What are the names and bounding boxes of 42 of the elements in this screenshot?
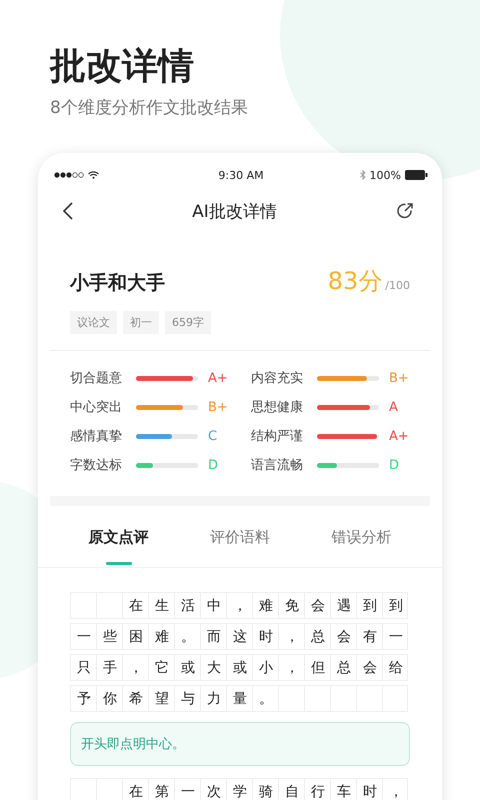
signal-dots-icon: [54, 172, 84, 178]
battery-percent: 100%: [370, 168, 401, 182]
essay-text-line: 予你希望与力量。: [76, 690, 285, 708]
dimension-label: 内容充实: [251, 370, 304, 387]
tab[interactable]: 原文点评: [82, 526, 155, 567]
comment-note: 开头即点明中心。: [70, 722, 410, 766]
grade: C: [208, 428, 218, 444]
grade: D: [208, 458, 220, 472]
status-time: 9:30 AM: [218, 168, 264, 182]
back-icon[interactable]: [62, 202, 73, 220]
essay-text-line: 在生活中，难免会遇到到: [128, 596, 415, 616]
dimension-label: 感情真挚: [70, 428, 123, 445]
grade: A+: [208, 370, 229, 386]
tab[interactable]: 评价语料: [204, 526, 276, 567]
essay-text-line: 只手，它或大或小，但总会给: [76, 658, 415, 678]
tab[interactable]: 错误分析: [325, 526, 398, 567]
share-icon[interactable]: [396, 202, 414, 220]
score: 83分: [328, 266, 382, 297]
wifi-icon: [88, 171, 99, 179]
essay-text-line: 在第一次学骑自行车时，: [128, 782, 415, 800]
essay-title: 小手和大手: [70, 271, 165, 296]
grade: B+: [208, 400, 229, 414]
essay-tag: 初一: [123, 311, 159, 334]
nav-title: AI批改详情: [192, 200, 277, 222]
dimension-label: 中心突出: [70, 399, 123, 416]
essay-text-line: 一些困难。而这时，总会有一: [76, 628, 415, 646]
dimension-label: 切合题意: [70, 370, 123, 387]
dimension-label: 语言流畅: [251, 457, 304, 474]
dimension-label: 思想健康: [251, 399, 304, 416]
dimension-label: 字数达标: [70, 457, 123, 474]
bluetooth-icon: [360, 170, 366, 180]
battery-icon: [405, 170, 428, 180]
essay-tag: 议论文: [70, 311, 117, 334]
grade: D: [389, 458, 400, 472]
page-subtitle: 8个维度分析作文批改结果: [50, 97, 249, 119]
grade: A+: [389, 428, 410, 444]
grade: B+: [389, 370, 410, 386]
page-title: 批改详情: [50, 45, 195, 89]
score-total: /100: [385, 279, 410, 292]
essay-tag: 659字: [165, 311, 211, 334]
grade: A: [389, 400, 399, 414]
dimension-label: 结构严谨: [251, 428, 304, 445]
